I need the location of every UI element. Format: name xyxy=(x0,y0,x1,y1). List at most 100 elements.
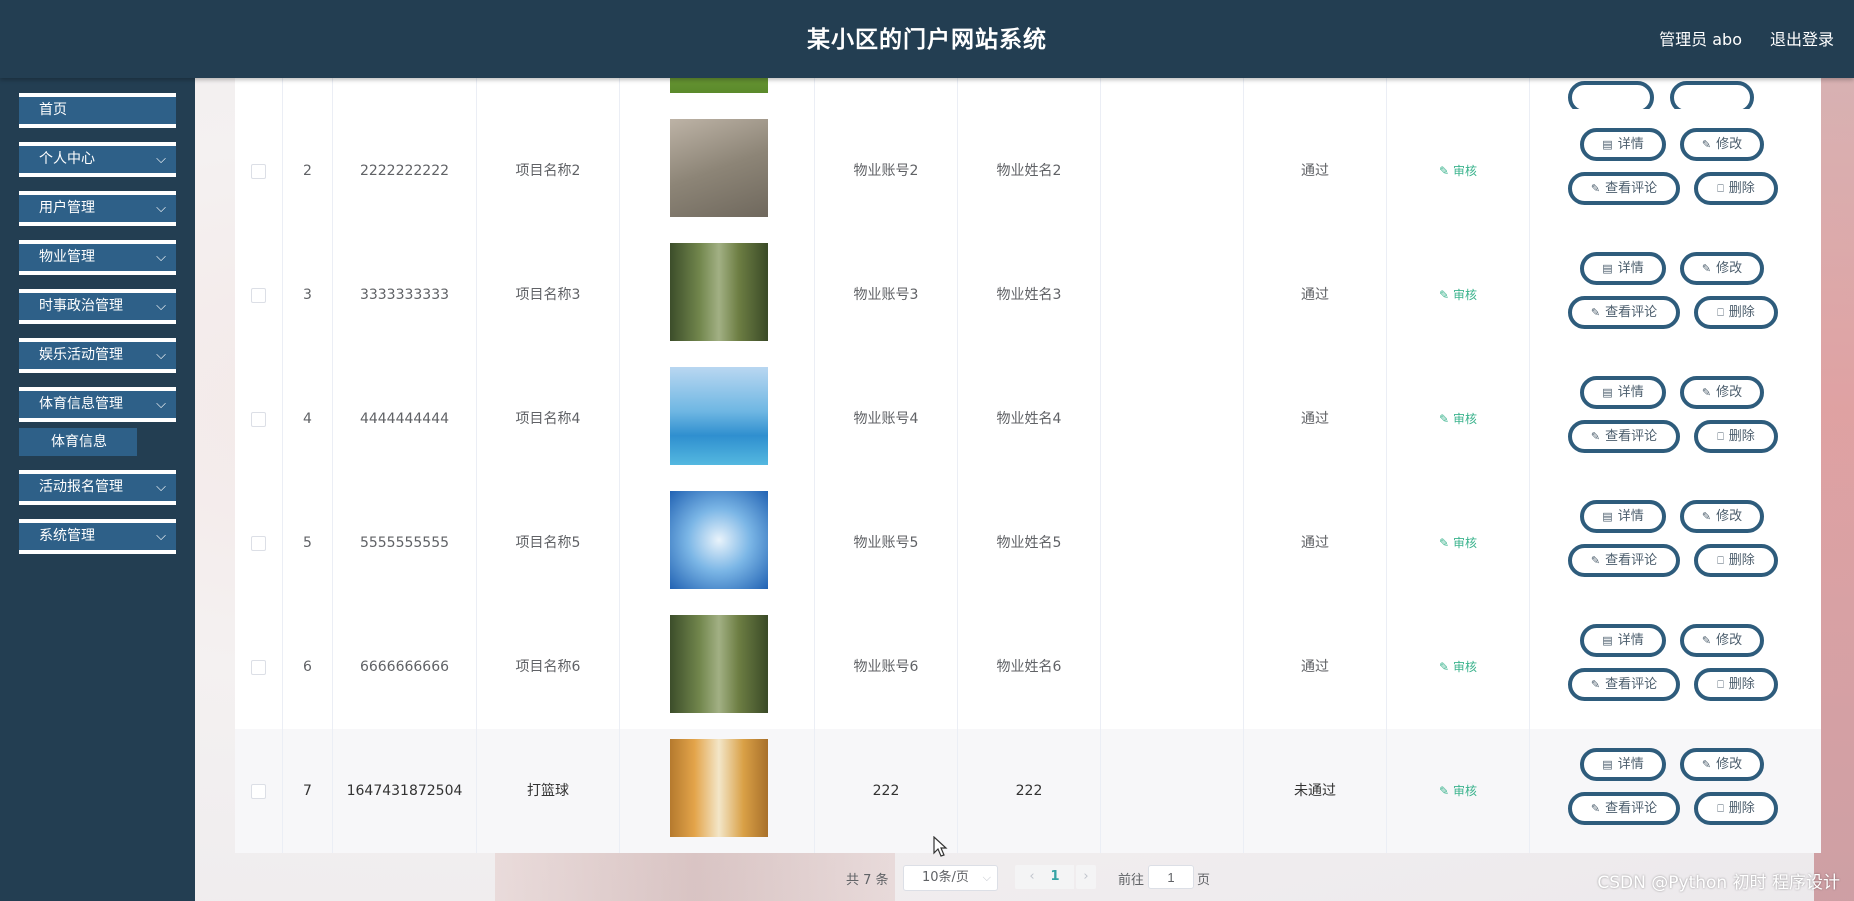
audit-link[interactable]: ✎ 审核 xyxy=(1439,288,1477,302)
edit-button[interactable]: ✎ 修改 xyxy=(1680,624,1764,657)
audit-label: 审核 xyxy=(1453,536,1478,550)
delete-button[interactable]: ⎕ 删除 xyxy=(1694,668,1778,701)
table-row: 5 5555555555 项目名称5 物业账号5 物业姓名5 通过 ✎ 审核 ▤ 详情 ✎ 修改 ✎ 查看… xyxy=(235,481,1821,606)
pagination: 共 7 条 10条/页 ⌵ ‹ 1 › 前往 页 xyxy=(0,864,1854,894)
sidebar-item-system-management[interactable]: 系统管理 ⌵ xyxy=(19,519,176,554)
row-index: 7 xyxy=(303,783,312,799)
table-cell: 通过 xyxy=(1244,109,1387,233)
delete-label: 删除 xyxy=(1728,677,1755,692)
comments-button[interactable]: ✎ 查看评论 xyxy=(1568,792,1680,825)
sidebar-item-entertainment-management[interactable]: 娱乐活动管理 ⌵ xyxy=(19,338,176,373)
edit-icon: ✎ xyxy=(1590,554,1601,567)
page-number-1[interactable]: 1 xyxy=(1036,865,1074,889)
chevron-down-icon: ⌵ xyxy=(156,480,166,495)
photo-cell xyxy=(620,729,815,853)
chevron-left-icon: ‹ xyxy=(1029,869,1035,884)
audit-label: 审核 xyxy=(1453,288,1478,302)
delete-button[interactable]: ⎕ 删除 xyxy=(1694,792,1778,825)
comments-button[interactable]: ✎ 查看评论 xyxy=(1568,296,1680,329)
row-checkbox[interactable] xyxy=(251,411,266,427)
delete-button[interactable]: ⎕ 删除 xyxy=(1694,172,1778,205)
sidebar-item-sports-management[interactable]: 体育信息管理 ⌵ xyxy=(19,387,176,422)
total-count: 共 7 条 xyxy=(846,873,889,888)
table-cell: 222 xyxy=(815,729,958,853)
sidebar-item-personal-center[interactable]: 个人中心 ⌵ xyxy=(19,142,176,177)
sidebar-item-user-management[interactable]: 用户管理 ⌵ xyxy=(19,191,176,226)
logout-button[interactable]: 退出登录 xyxy=(1770,0,1834,80)
table-cell: 物业姓名4 xyxy=(958,357,1101,481)
edit-icon: ✎ xyxy=(1438,536,1450,550)
checkbox-cell xyxy=(235,109,283,233)
row-index: 5 xyxy=(303,535,312,551)
comments-button[interactable]: ✎ 查看评论 xyxy=(1568,544,1680,577)
page-size-select[interactable]: 10条/页 ⌵ xyxy=(903,865,998,891)
row-status: 通过 xyxy=(1301,659,1329,675)
detail-label: 详情 xyxy=(1617,633,1644,648)
sidebar-item-property-management[interactable]: 物业管理 ⌵ xyxy=(19,240,176,275)
detail-button[interactable]: ▤ 详情 xyxy=(1580,128,1666,161)
comments-label: 查看评论 xyxy=(1605,677,1658,692)
detail-button[interactable]: ▤ 详情 xyxy=(1580,500,1666,533)
document-icon: ▤ xyxy=(1602,386,1613,399)
comments-button[interactable]: ✎ 查看评论 xyxy=(1568,420,1680,453)
photo-cell xyxy=(620,109,815,233)
delete-button[interactable]: ⎕ 删除 xyxy=(1694,296,1778,329)
edit-button[interactable]: ✎ 修改 xyxy=(1680,128,1764,161)
row-checkbox[interactable] xyxy=(251,287,266,303)
row-index: 2 xyxy=(303,163,312,179)
goto-page-input[interactable] xyxy=(1148,865,1194,889)
page-size-value: 10条/页 xyxy=(922,870,969,885)
detail-label: 详情 xyxy=(1617,509,1644,524)
sports-info-table: 2 2222222222 项目名称2 物业账号2 物业姓名2 通过 ✎ 审核 ▤ 详情 ✎ 修改 ✎ 查看… xyxy=(235,78,1821,853)
table-row: 7 1647431872504 打篮球 222 222 未通过 ✎ 审核 ▤ 详情 ✎ 修改 ✎ 查看评论… xyxy=(235,729,1821,853)
row-property-account: 物业账号4 xyxy=(853,411,919,427)
sidebar-item-registration-management[interactable]: 活动报名管理 ⌵ xyxy=(19,470,176,505)
sidebar-item-home[interactable]: 首页 xyxy=(19,93,176,128)
row-checkbox[interactable] xyxy=(251,163,266,179)
edit-icon: ✎ xyxy=(1590,182,1601,195)
edit-label: 修改 xyxy=(1716,137,1743,152)
sidebar-subitem-sports-info[interactable]: 体育信息 xyxy=(19,428,137,456)
edit-button[interactable]: ✎ 修改 xyxy=(1680,748,1764,781)
chevron-down-icon: ⌵ xyxy=(156,152,166,167)
audit-link[interactable]: ✎ 审核 xyxy=(1439,660,1477,674)
delete-label: 删除 xyxy=(1728,553,1755,568)
sidebar-item-politics-management[interactable]: 时事政治管理 ⌵ xyxy=(19,289,176,324)
delete-button[interactable]: ⎕ 删除 xyxy=(1694,420,1778,453)
table-cell xyxy=(1101,729,1244,853)
audit-link[interactable]: ✎ 审核 xyxy=(1439,164,1477,178)
app-title: 某小区的门户网站系统 xyxy=(807,27,1047,53)
table-cell: 项目名称6 xyxy=(477,605,620,729)
audit-link[interactable]: ✎ 审核 xyxy=(1439,536,1477,550)
detail-button[interactable]: ▤ 详情 xyxy=(1580,252,1666,285)
detail-button[interactable]: ▤ 详情 xyxy=(1580,624,1666,657)
edit-icon: ✎ xyxy=(1590,430,1601,443)
table-cell: 打篮球 xyxy=(477,729,620,853)
edit-icon: ✎ xyxy=(1701,510,1712,523)
detail-button[interactable]: ▤ 详情 xyxy=(1580,376,1666,409)
edit-button[interactable]: ✎ 修改 xyxy=(1680,376,1764,409)
detail-button[interactable]: ▤ 详情 xyxy=(1580,748,1666,781)
edit-button[interactable]: ✎ 修改 xyxy=(1680,252,1764,285)
delete-label: 删除 xyxy=(1728,429,1755,444)
edit-icon: ✎ xyxy=(1590,678,1601,691)
audit-link[interactable]: ✎ 审核 xyxy=(1439,412,1477,426)
row-checkbox[interactable] xyxy=(251,535,266,551)
edit-label: 修改 xyxy=(1716,509,1743,524)
comments-button[interactable]: ✎ 查看评论 xyxy=(1568,668,1680,701)
delete-button[interactable]: ⎕ 删除 xyxy=(1694,544,1778,577)
watermark: CSDN @Python 初时 程序设计 xyxy=(1597,873,1840,893)
edit-button[interactable]: ✎ 修改 xyxy=(1680,500,1764,533)
row-project-name: 打篮球 xyxy=(527,783,569,799)
row-checkbox[interactable] xyxy=(251,659,266,675)
comments-label: 查看评论 xyxy=(1605,553,1658,568)
comments-button[interactable]: ✎ 查看评论 xyxy=(1568,172,1680,205)
delete-button[interactable] xyxy=(1670,81,1754,109)
audit-link[interactable]: ✎ 审核 xyxy=(1439,784,1477,798)
next-page-button[interactable]: › xyxy=(1076,865,1096,889)
document-icon: ▤ xyxy=(1602,262,1613,275)
row-checkbox[interactable] xyxy=(251,783,266,799)
comments-button[interactable] xyxy=(1568,81,1654,109)
table-cell: 物业账号4 xyxy=(815,357,958,481)
checkbox-cell xyxy=(235,233,283,357)
